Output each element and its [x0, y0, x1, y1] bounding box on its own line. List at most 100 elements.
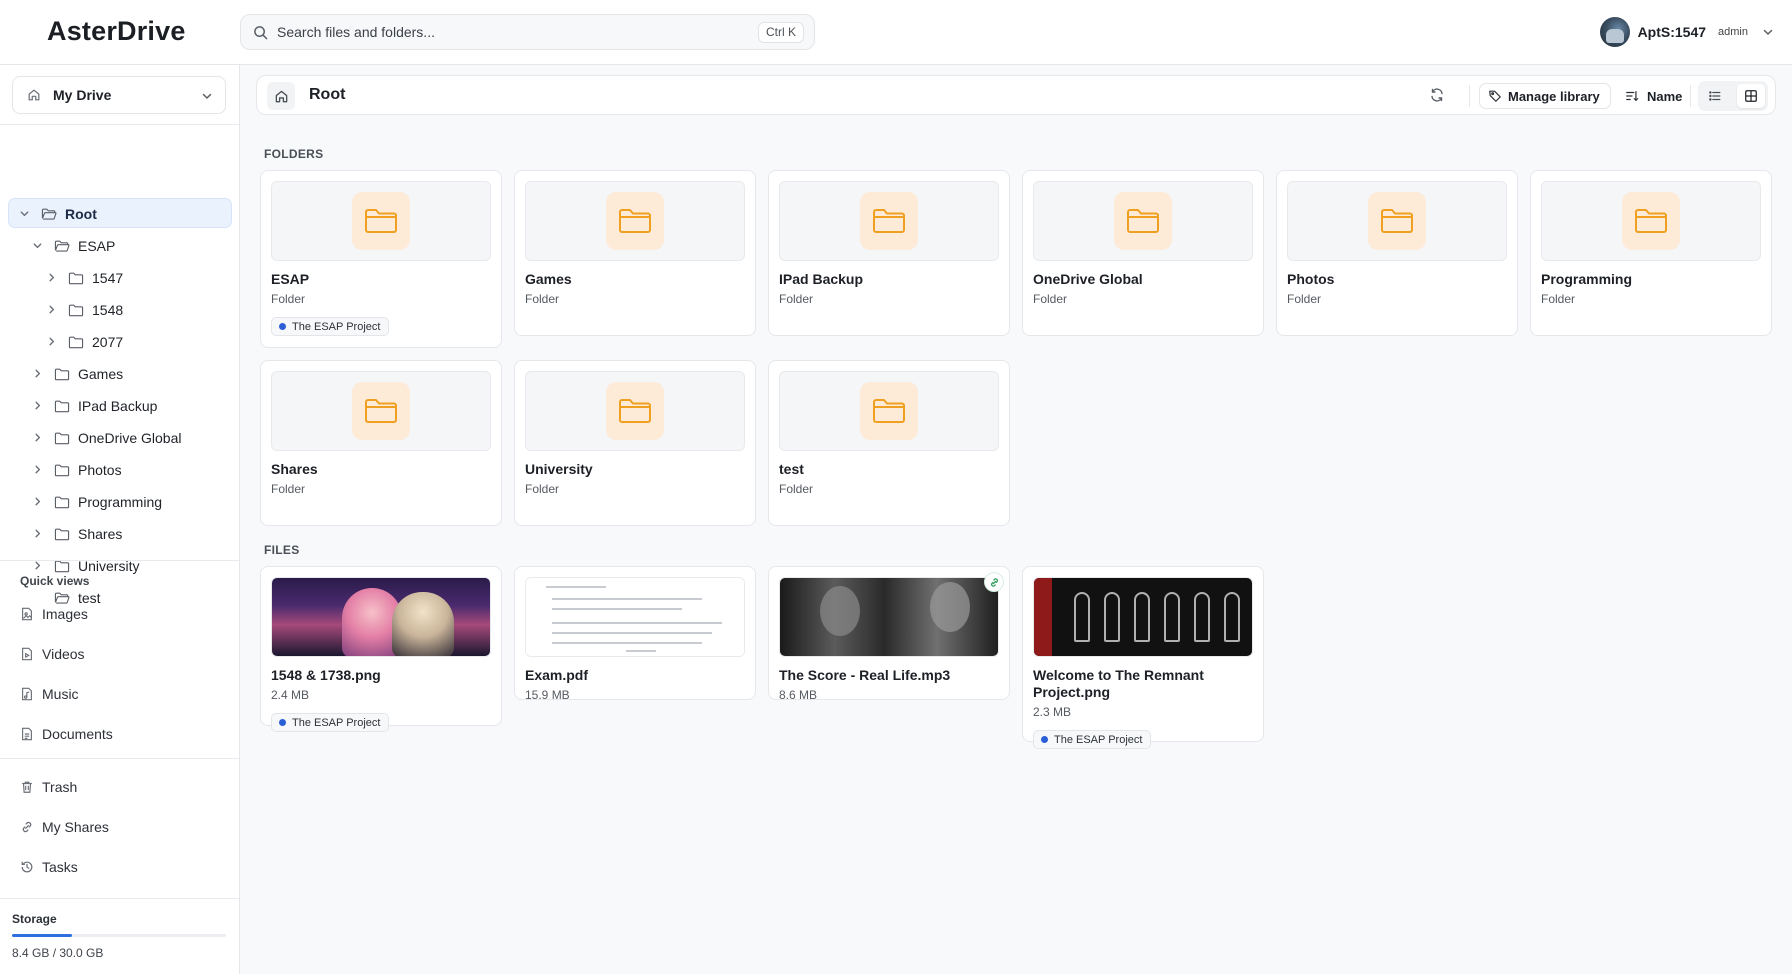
tree-item-shares[interactable]: Shares: [8, 519, 232, 549]
folder-card[interactable]: Games Folder: [514, 170, 756, 336]
tree-item-photos[interactable]: Photos: [8, 455, 232, 485]
tree-item-2077[interactable]: 2077: [8, 327, 232, 357]
folder-thumbnail: [779, 371, 999, 451]
poster-figure: [1194, 592, 1210, 642]
grid-view-button[interactable]: [1737, 84, 1765, 108]
quick-view-music[interactable]: Music: [20, 683, 79, 705]
folder-card[interactable]: Photos Folder: [1276, 170, 1518, 336]
refresh-icon[interactable]: [1429, 87, 1445, 103]
tree-item-label: IPad Backup: [78, 398, 158, 414]
image-file-icon: [20, 607, 34, 621]
folder-name: Programming: [1541, 271, 1633, 287]
user-role: admin: [1718, 26, 1748, 38]
manage-library-label: Manage library: [1508, 88, 1600, 104]
sort-label: Name: [1647, 88, 1683, 104]
folder-name: Photos: [1287, 271, 1335, 287]
home-button[interactable]: [267, 82, 295, 110]
folder-card[interactable]: IPad Backup Folder: [768, 170, 1010, 336]
file-thumbnail: [779, 577, 999, 657]
nav-my-shares[interactable]: My Shares: [20, 816, 109, 838]
user-menu[interactable]: AptS:1547 admin: [1599, 14, 1774, 50]
chevron-right-icon[interactable]: [32, 400, 43, 411]
file-thumbnail: [525, 577, 745, 657]
list-view-button[interactable]: [1701, 84, 1729, 108]
chevron-down-icon[interactable]: [32, 240, 43, 251]
chevron-down-icon[interactable]: [19, 208, 30, 219]
nav-label: Trash: [42, 779, 78, 795]
chevron-right-icon[interactable]: [46, 336, 57, 347]
folder-card[interactable]: test Folder: [768, 360, 1010, 526]
chevron-right-icon[interactable]: [32, 432, 43, 443]
chevron-right-icon[interactable]: [32, 368, 43, 379]
folder-type: Folder: [1541, 292, 1576, 306]
tree-item-root[interactable]: Root: [8, 198, 232, 228]
quick-view-videos[interactable]: Videos: [20, 643, 85, 665]
tree-item-1548[interactable]: 1548: [8, 295, 232, 325]
tag-badge[interactable]: The ESAP Project: [1033, 730, 1152, 749]
folder-thumbnail: [779, 181, 999, 261]
folder-card[interactable]: ESAP Folder The ESAP Project: [260, 170, 502, 348]
chevron-right-icon[interactable]: [32, 528, 43, 539]
chevron-right-icon[interactable]: [32, 496, 43, 507]
quick-view-label: Documents: [42, 726, 113, 742]
tag-label: The ESAP Project: [292, 716, 381, 729]
top-bar: AsterDrive Ctrl K AptS:1547 admin: [0, 0, 1792, 65]
chevron-right-icon[interactable]: [32, 464, 43, 475]
file-card[interactable]: Exam.pdf 15.9 MB: [514, 566, 756, 702]
chevron-right-icon[interactable]: [32, 560, 43, 571]
folder-icon: [54, 559, 70, 573]
tree-item-label: Root: [65, 206, 97, 222]
quick-view-images[interactable]: Images: [20, 603, 88, 625]
document-file-icon: [20, 727, 34, 741]
file-card[interactable]: The Score - Real Life.mp3 8.6 MB: [768, 566, 1010, 702]
folder-name: Games: [525, 271, 572, 287]
pdf-text-line: [552, 642, 702, 644]
search-input[interactable]: [277, 15, 677, 49]
quick-view-label: Images: [42, 606, 88, 622]
folder-icon: [606, 382, 664, 440]
home-icon: [274, 89, 289, 104]
breadcrumb[interactable]: Root: [309, 86, 345, 104]
nav-label: Tasks: [42, 859, 78, 875]
manage-library-button[interactable]: Manage library: [1479, 83, 1611, 109]
music-file-icon: [20, 687, 34, 701]
file-card[interactable]: Welcome to The Remnant Project.png 2.3 MB…: [1022, 566, 1264, 749]
poster-figure: [1104, 592, 1120, 642]
chevron-right-icon[interactable]: [46, 304, 57, 315]
nav-tasks[interactable]: Tasks: [20, 856, 78, 878]
tree-item-esap[interactable]: ESAP: [8, 231, 232, 261]
avatar[interactable]: [1599, 17, 1630, 47]
tree-item-label: Games: [78, 366, 124, 382]
folder-icon: [54, 495, 70, 509]
file-card[interactable]: 1548 & 1738.png 2.4 MB The ESAP Project: [260, 566, 502, 732]
folder-type: Folder: [779, 292, 814, 306]
pdf-text-line: [552, 598, 702, 600]
poster-preview: [1034, 578, 1252, 656]
chevron-right-icon[interactable]: [46, 272, 57, 283]
folder-card[interactable]: OneDrive Global Folder: [1022, 170, 1264, 336]
sort-button[interactable]: Name: [1625, 83, 1682, 109]
file-name: Exam.pdf: [525, 667, 589, 683]
chevron-down-icon[interactable]: [1762, 26, 1774, 38]
folder-card[interactable]: University Folder: [514, 360, 756, 526]
tag-badge[interactable]: The ESAP Project: [271, 713, 390, 732]
quick-view-documents[interactable]: Documents: [20, 723, 113, 745]
drive-selector-label: My Drive: [53, 87, 112, 103]
drive-selector[interactable]: My Drive: [12, 76, 226, 114]
toolbar-separator: [1690, 85, 1691, 107]
folder-card[interactable]: Programming Folder: [1530, 170, 1772, 336]
tree-item-games[interactable]: Games: [8, 359, 232, 389]
tree-item-onedrive-global[interactable]: OneDrive Global: [8, 423, 232, 453]
file-size: 8.6 MB: [779, 688, 818, 702]
folder-thumbnail: [271, 371, 491, 451]
brand-logo[interactable]: AsterDrive: [47, 16, 186, 47]
folder-type: Folder: [1287, 292, 1322, 306]
tree-item-programming[interactable]: Programming: [8, 487, 232, 517]
folder-card[interactable]: Shares Folder: [260, 360, 502, 526]
tag-badge[interactable]: The ESAP Project: [271, 317, 390, 336]
tree-item-1547[interactable]: 1547: [8, 263, 232, 293]
tree-item-ipad-backup[interactable]: IPad Backup: [8, 391, 232, 421]
search-box[interactable]: Ctrl K: [240, 14, 815, 50]
grid-icon: [1744, 89, 1758, 103]
nav-trash[interactable]: Trash: [20, 776, 77, 798]
